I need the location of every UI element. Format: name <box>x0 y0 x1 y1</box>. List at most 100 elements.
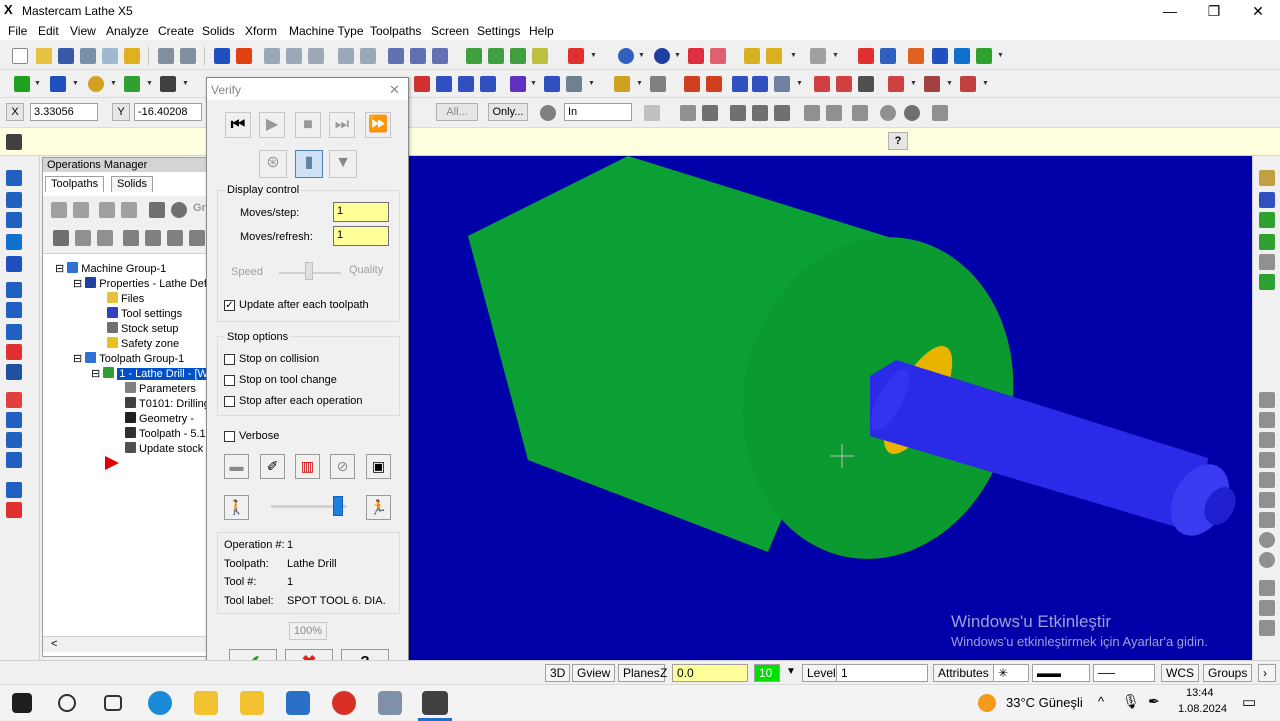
fast-forward-button[interactable]: ⏩ <box>365 112 391 138</box>
chevron-down-icon[interactable]: ▼ <box>982 80 989 87</box>
menu-solids[interactable]: Solids <box>202 24 235 38</box>
stop-tool-change-checkbox[interactable] <box>224 375 235 386</box>
playback-speed-slider[interactable] <box>333 496 343 516</box>
fillet-icon[interactable] <box>1259 274 1275 290</box>
chevron-down-icon[interactable]: ▼ <box>997 52 1004 59</box>
clock-date[interactable]: 1.08.2024 <box>1178 703 1227 715</box>
stock-settings-icon[interactable]: ▬ <box>224 454 249 479</box>
scroll-left-icon[interactable]: < <box>51 638 57 650</box>
windows-start-icon[interactable] <box>12 693 32 713</box>
pen-icon[interactable]: ✒ <box>1148 693 1160 710</box>
close-button[interactable]: ✕ <box>1236 0 1280 22</box>
mail-icon[interactable] <box>286 691 310 715</box>
edge-browser-icon[interactable] <box>148 691 172 715</box>
save-icon[interactable]: ▣ <box>366 454 391 479</box>
scroll-right-icon[interactable]: › <box>1258 664 1276 682</box>
point-icon[interactable] <box>14 76 30 92</box>
rewind-button[interactable]: ⏮ <box>225 112 251 138</box>
grid-icon[interactable] <box>684 76 700 92</box>
level-select[interactable]: 1 <box>836 664 928 682</box>
zoom-in-icon[interactable] <box>360 48 376 64</box>
lathe-misc-icon[interactable] <box>6 482 22 498</box>
level-button[interactable]: Level <box>802 664 841 682</box>
verify-close-button[interactable]: ✕ <box>389 82 400 98</box>
post-lock-icon[interactable] <box>97 230 113 246</box>
help-question-icon[interactable] <box>858 48 874 64</box>
dimension-icon[interactable] <box>614 76 630 92</box>
zoom-window-icon[interactable] <box>264 48 280 64</box>
stop-collision-checkbox[interactable] <box>224 354 235 365</box>
rectangle-icon[interactable] <box>160 76 176 92</box>
cube-icon[interactable] <box>568 48 584 64</box>
select-icon[interactable] <box>388 48 404 64</box>
scroll-icon[interactable] <box>189 230 205 246</box>
chevron-down-icon[interactable]: ▼ <box>638 52 645 59</box>
gview-button[interactable]: Gview <box>572 664 616 682</box>
view-right-icon[interactable] <box>1259 620 1275 636</box>
tree-operation-1[interactable]: ⊟ 1 - Lathe Drill - [W <box>91 367 210 380</box>
tool-settings-icon[interactable]: ✐ <box>260 454 285 479</box>
lathe-drill-icon[interactable] <box>960 76 976 92</box>
tree-files[interactable]: Files <box>107 292 144 305</box>
regenerate-dirty-icon[interactable] <box>121 202 137 218</box>
redo-icon[interactable] <box>180 48 196 64</box>
chevron-down-icon[interactable]: ▼ <box>674 52 681 59</box>
units-select[interactable]: In <box>564 103 632 121</box>
link-icon[interactable] <box>752 76 768 92</box>
fast-run-icon[interactable]: 🏃 <box>366 495 391 520</box>
minimize-button[interactable]: — <box>1148 0 1192 22</box>
save-icon[interactable] <box>58 48 74 64</box>
open-file-icon[interactable] <box>36 48 52 64</box>
chevron-down-icon[interactable]: ▼ <box>110 80 117 87</box>
xform-icon[interactable] <box>414 76 430 92</box>
tool-display-icon[interactable]: ▼ <box>329 150 357 178</box>
lathe-thread-icon[interactable] <box>888 76 904 92</box>
chevron-down-icon[interactable]: ▼ <box>72 80 79 87</box>
tab-toolpaths[interactable]: Toolpaths <box>45 176 105 192</box>
lathe-chuck-icon[interactable] <box>6 256 22 272</box>
mastercam-taskbar-icon[interactable] <box>422 691 448 715</box>
solids-manager-icon[interactable] <box>932 48 948 64</box>
view-top-icon[interactable] <box>1259 600 1275 616</box>
arc-icon[interactable] <box>1259 472 1275 488</box>
verify-selection-icon[interactable] <box>852 105 868 121</box>
stop-after-op-checkbox[interactable] <box>224 396 235 407</box>
verify-icon[interactable] <box>171 202 187 218</box>
attributes-button[interactable]: Attributes <box>933 664 994 682</box>
move-down-icon[interactable] <box>123 230 139 246</box>
lathe-rough-icon[interactable] <box>814 76 830 92</box>
chevron-down-icon[interactable]: ▼ <box>182 80 189 87</box>
tray-chevron-icon[interactable]: ^ <box>1098 694 1104 709</box>
table-icon[interactable] <box>706 76 722 92</box>
select-polygon-icon[interactable] <box>702 105 718 121</box>
view-front-icon[interactable] <box>488 48 504 64</box>
select-face-icon[interactable] <box>752 105 768 121</box>
insert-arrow-icon[interactable] <box>105 456 119 470</box>
lathe-finish-icon[interactable] <box>6 302 22 318</box>
help-arrow-icon[interactable] <box>124 48 140 64</box>
select-solid-icon[interactable] <box>730 105 746 121</box>
view-iso-icon[interactable] <box>532 48 548 64</box>
regenerate-icon[interactable] <box>99 202 115 218</box>
lathe-face-icon[interactable] <box>6 234 22 250</box>
translate-icon[interactable] <box>436 76 452 92</box>
tree-tool[interactable]: T0101: Drilling <box>125 397 210 410</box>
undo-arc-icon[interactable] <box>1259 254 1275 270</box>
cursor-icon[interactable] <box>644 105 660 121</box>
point-icon[interactable] <box>1259 432 1275 448</box>
gear-icon[interactable] <box>540 105 556 121</box>
z-depth-input[interactable]: 0.0 <box>672 664 748 682</box>
stock-icon[interactable] <box>774 76 790 92</box>
pencil-icon[interactable] <box>744 48 760 64</box>
lathe-transform-icon[interactable] <box>6 502 22 518</box>
app-icon[interactable] <box>378 691 402 715</box>
backplot-icon[interactable] <box>149 202 165 218</box>
globe-icon[interactable] <box>1259 532 1275 548</box>
all-button[interactable]: All... <box>436 103 478 121</box>
modify-icon[interactable] <box>766 48 782 64</box>
menu-toolpaths[interactable]: Toolpaths <box>370 24 421 38</box>
circle-icon[interactable] <box>88 76 104 92</box>
select-loop-icon[interactable] <box>826 105 842 121</box>
tree-stock-setup[interactable]: Stock setup <box>107 322 178 335</box>
weather-text[interactable]: 33°C Güneşli <box>1006 695 1083 710</box>
